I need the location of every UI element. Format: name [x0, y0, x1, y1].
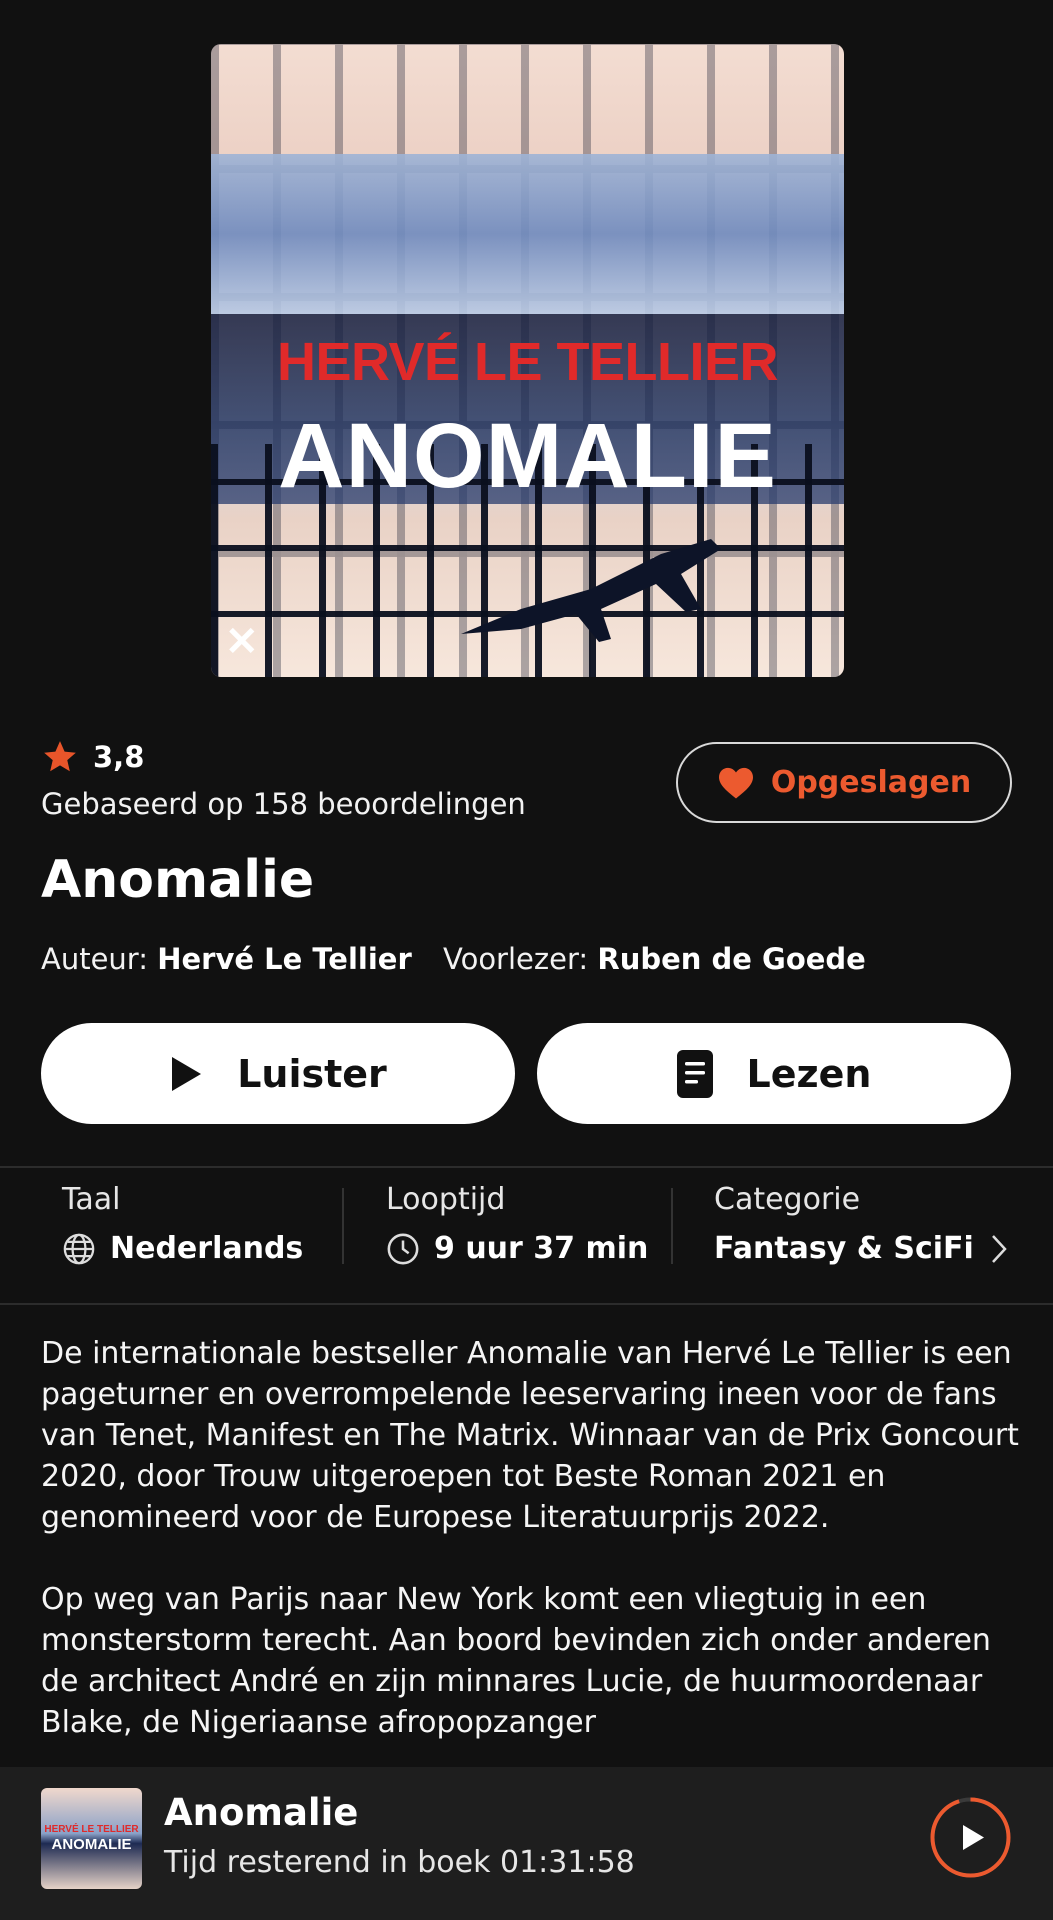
divider: [671, 1188, 673, 1264]
category-value[interactable]: Fantasy & SciFi: [714, 1231, 974, 1266]
play-icon: [963, 1825, 984, 1850]
duration-value: 9 uur 37 min: [434, 1231, 649, 1266]
clock-icon: [387, 1233, 419, 1264]
mini-cover-title: ANOMALIE: [51, 1836, 132, 1853]
divider: [0, 1303, 1053, 1305]
rating-count: Gebaseerd op 158 beoordelingen: [41, 787, 526, 821]
credits: Auteur: Hervé Le Tellier Voorlezer: Rube…: [41, 942, 866, 976]
description-paragraph: Op weg van Parijs naar New York komt een…: [41, 1582, 991, 1740]
mini-player[interactable]: HERVÉ LE TELLIER ANOMALIE Anomalie Tijd …: [0, 1767, 1053, 1920]
language-value: Nederlands: [110, 1231, 304, 1266]
document-icon: [676, 1049, 713, 1098]
divider: [342, 1188, 344, 1264]
globe-icon: [63, 1233, 95, 1264]
cover-terminal-floor: [211, 154, 844, 314]
mini-player-cover: HERVÉ LE TELLIER ANOMALIE: [41, 1788, 142, 1889]
book-cover: HERVÉ LE TELLIER ANOMALIE ✕: [211, 44, 844, 677]
mini-player-title: Anomalie: [164, 1791, 359, 1834]
author-link[interactable]: Hervé Le Tellier: [157, 942, 412, 976]
publisher-logo: ✕: [225, 620, 259, 664]
airplane-icon: [461, 539, 721, 642]
read-button-label: Lezen: [746, 1051, 872, 1096]
narrator-link[interactable]: Ruben de Goede: [597, 942, 866, 976]
heart-icon: [718, 767, 753, 798]
star-icon: [44, 741, 76, 772]
book-description: De internationale bestseller Anomalie va…: [41, 1333, 1021, 1784]
play-pause-button[interactable]: [929, 1796, 1012, 1879]
mini-player-remaining-time: Tijd resterend in boek 01:31:58: [164, 1845, 635, 1880]
divider: [0, 1166, 1053, 1168]
play-icon: [172, 1056, 202, 1091]
saved-button-label: Opgeslagen: [770, 765, 972, 800]
listen-button[interactable]: Luister: [41, 1023, 515, 1124]
duration-info: Looptijd 9 uur 37 min: [386, 1182, 648, 1266]
chevron-right-icon: [991, 1234, 1007, 1263]
cover-author-text: HERVÉ LE TELLIER: [276, 332, 779, 392]
rating: 3,8: [41, 738, 144, 776]
rating-value: 3,8: [93, 740, 145, 774]
category-info[interactable]: Categorie Fantasy & SciFi: [714, 1182, 1010, 1266]
duration-label: Looptijd: [386, 1182, 506, 1217]
saved-button[interactable]: Opgeslagen: [676, 742, 1012, 823]
book-title: Anomalie: [41, 850, 315, 910]
category-label: Categorie: [714, 1182, 861, 1217]
listen-button-label: Luister: [237, 1051, 387, 1096]
author-label: Auteur:: [41, 942, 148, 976]
mini-cover-author: HERVÉ LE TELLIER: [44, 1824, 139, 1835]
read-button[interactable]: Lezen: [537, 1023, 1011, 1124]
language-label: Taal: [62, 1182, 121, 1217]
cover-title-text: ANOMALIE: [278, 405, 777, 507]
description-paragraph: De internationale bestseller Anomalie va…: [41, 1336, 1019, 1535]
language-info: Taal Nederlands: [62, 1182, 303, 1266]
narrator-label: Voorlezer:: [442, 942, 589, 976]
